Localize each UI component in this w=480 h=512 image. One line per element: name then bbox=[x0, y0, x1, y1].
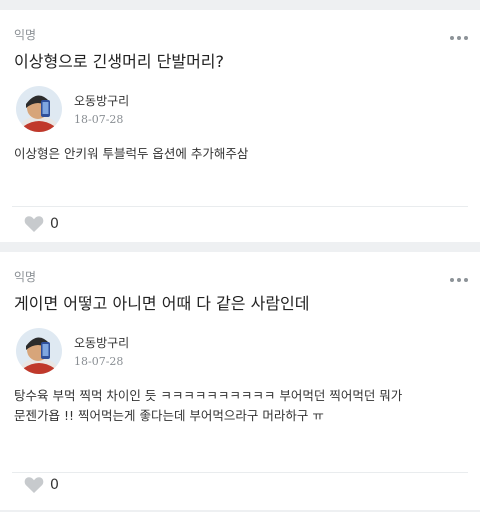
like-button[interactable]: 0 bbox=[24, 215, 59, 233]
post-card[interactable]: 익명 이상형으로 긴생머리 단발머리? 오동방구리 18-07-28 이상형은 … bbox=[0, 10, 480, 242]
divider bbox=[12, 206, 468, 207]
post-body: 이상형은 안키워 투블럭두 옵션에 추가해주삼 bbox=[14, 144, 466, 164]
more-options-button[interactable] bbox=[450, 36, 468, 40]
more-dots-icon bbox=[450, 36, 454, 40]
post-date: 18-07-28 bbox=[74, 113, 124, 126]
avatar[interactable] bbox=[16, 328, 62, 374]
post-body-line: 이상형은 안키워 투블럭두 옵션에 추가해주삼 bbox=[14, 146, 249, 161]
post-title[interactable]: 게이면 어떻고 아니면 어때 다 같은 사람인데 bbox=[14, 290, 309, 314]
post-card[interactable]: 익명 게이면 어떻고 아니면 어때 다 같은 사람인데 오동방구리 18-07-… bbox=[0, 252, 480, 510]
post-body-line: 문젠가욥 !! 찍어먹는게 좋다는데 부어먹으라구 머라하구 ㅠ bbox=[14, 408, 324, 423]
like-button[interactable]: 0 bbox=[24, 476, 59, 494]
board-label: 익명 bbox=[14, 270, 37, 284]
more-dots-icon bbox=[450, 278, 454, 282]
author-nickname[interactable]: 오동방구리 bbox=[74, 92, 129, 109]
post-feed: 익명 이상형으로 긴생머리 단발머리? 오동방구리 18-07-28 이상형은 … bbox=[0, 0, 480, 512]
heart-icon bbox=[24, 476, 44, 494]
more-options-button[interactable] bbox=[450, 278, 468, 282]
post-body-line: 탕수육 부먹 찍먹 차이인 듯 ㅋㅋㅋㅋㅋㅋㅋㅋㅋㅋ 부어먹던 찍어먹던 뭐가 bbox=[14, 388, 403, 403]
heart-icon bbox=[24, 215, 44, 233]
like-count: 0 bbox=[50, 216, 59, 232]
avatar[interactable] bbox=[16, 86, 62, 132]
post-title[interactable]: 이상형으로 긴생머리 단발머리? bbox=[14, 48, 224, 72]
post-body: 탕수육 부먹 찍먹 차이인 듯 ㅋㅋㅋㅋㅋㅋㅋㅋㅋㅋ 부어먹던 찍어먹던 뭐가 … bbox=[14, 386, 466, 426]
divider bbox=[12, 472, 468, 473]
author-info[interactable]: 오동방구리 18-07-28 bbox=[16, 328, 129, 374]
author-nickname[interactable]: 오동방구리 bbox=[74, 334, 129, 351]
post-date: 18-07-28 bbox=[74, 355, 124, 368]
like-count: 0 bbox=[50, 477, 59, 493]
board-label: 익명 bbox=[14, 28, 37, 42]
author-info[interactable]: 오동방구리 18-07-28 bbox=[16, 86, 129, 132]
